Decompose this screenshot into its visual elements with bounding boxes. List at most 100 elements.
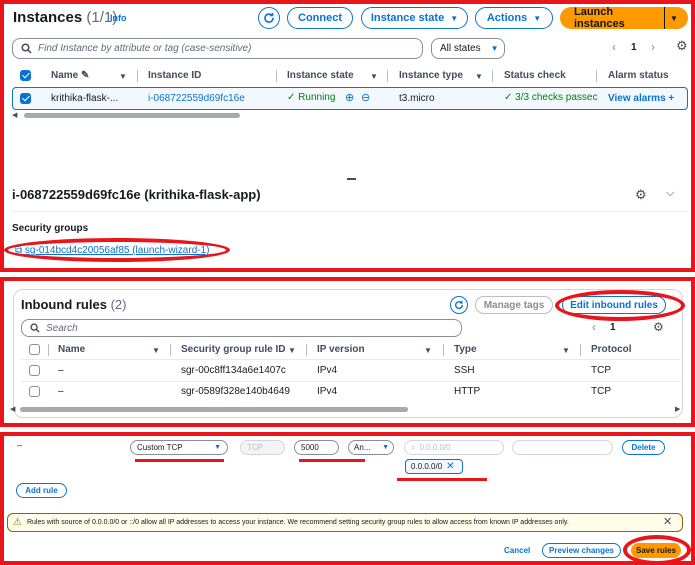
description-input[interactable] [512, 440, 613, 455]
refresh-button[interactable] [258, 7, 280, 29]
launch-instances-button[interactable]: Launch instances ▼ [560, 6, 688, 30]
annotation-circle-sg [4, 238, 230, 262]
inbound-refresh-button[interactable] [450, 296, 468, 314]
warning-triangle-icon: ⚠ [13, 517, 22, 528]
refresh-icon [264, 13, 274, 23]
horizontal-scrollbar[interactable] [24, 113, 240, 118]
connect-button[interactable]: Connect [287, 7, 353, 29]
delete-rule-button[interactable]: Delete [622, 440, 665, 455]
security-groups-label: Security groups [12, 223, 89, 234]
col-name[interactable]: Name [58, 344, 85, 355]
column-divider[interactable] [48, 344, 49, 356]
col-alarm-status[interactable]: Alarm status [608, 70, 669, 81]
page-title: Instances (1/1) [13, 9, 118, 26]
page-number[interactable]: 1 [631, 42, 637, 53]
row-checkbox[interactable] [29, 386, 40, 397]
cidr-token[interactable]: 0.0.0.0/0 ✕ [405, 459, 463, 474]
collapse-chevron-icon[interactable]: ⌵ [666, 187, 674, 200]
sort-caret-icon[interactable]: ▼ [562, 346, 570, 355]
rule-protocol: TCP [591, 386, 611, 397]
column-divider[interactable] [276, 70, 277, 82]
cidr-search-input[interactable]: ⌕ 0.0.0.0/0 [404, 440, 504, 455]
page-number[interactable]: 1 [610, 322, 616, 333]
states-filter-select[interactable]: All states ▼ [431, 38, 505, 59]
search-icon [30, 323, 40, 333]
status-check: ✓ 3/3 checks passec [504, 92, 598, 103]
horizontal-scrollbar[interactable] [20, 407, 408, 412]
scroll-left-icon[interactable]: ◀ [10, 405, 15, 413]
column-divider[interactable] [306, 344, 307, 356]
source-type-select[interactable]: An... ▼ [348, 440, 394, 455]
details-settings-icon[interactable]: ⚙ [635, 187, 647, 203]
prev-page-icon[interactable]: ‹ [592, 320, 596, 334]
col-instance-id[interactable]: Instance ID [148, 70, 201, 81]
port-range-input[interactable]: 5000 [294, 440, 339, 455]
instance-search-input[interactable]: Find Instance by attribute or tag (case-… [12, 38, 423, 59]
sort-caret-icon[interactable]: ▼ [475, 72, 483, 81]
col-type[interactable]: Type [454, 344, 477, 355]
caret-down-icon: ▼ [490, 44, 499, 53]
settings-gear-icon[interactable]: ⚙ [653, 320, 664, 334]
zoom-out-icon[interactable]: ⊖ [361, 91, 370, 104]
col-instance-state[interactable]: Instance state [287, 70, 354, 81]
col-protocol[interactable]: Protocol [591, 344, 632, 355]
column-divider[interactable] [580, 344, 581, 356]
sort-caret-icon[interactable]: ▼ [119, 72, 127, 81]
check-circle-icon: ✓ [287, 92, 296, 103]
instance-state: ✓ Running [287, 92, 336, 103]
rule-id: sgr-00c8ff134a6e1407c [181, 365, 286, 376]
instance-id-link[interactable]: i-068722559d69fc16e [148, 93, 245, 104]
rule-id: sgr-0589f328e140b4649 [181, 386, 290, 397]
scroll-left-icon[interactable]: ◀ [12, 111, 17, 119]
scroll-right-icon[interactable]: ▶ [675, 405, 680, 413]
search-icon [21, 43, 32, 54]
sort-caret-icon[interactable]: ▼ [152, 346, 160, 355]
remove-x-icon[interactable]: ✕ [446, 461, 454, 472]
column-divider[interactable] [387, 70, 388, 82]
column-divider[interactable] [443, 344, 444, 356]
instance-state-button[interactable]: Instance state ▼ [361, 7, 468, 29]
prev-page-icon[interactable]: ‹ [612, 40, 616, 54]
settings-gear-icon[interactable]: ⚙ [676, 38, 688, 54]
row-checkbox[interactable] [20, 93, 31, 104]
preview-changes-button[interactable]: Preview changes [542, 543, 621, 558]
rule-type: SSH [454, 365, 475, 376]
col-ip-version[interactable]: IP version [317, 344, 365, 355]
table-row[interactable] [21, 381, 681, 403]
sort-caret-icon[interactable]: ▼ [288, 346, 296, 355]
col-instance-type[interactable]: Instance type [399, 70, 463, 81]
manage-tags-button[interactable]: Manage tags [475, 296, 553, 314]
rule-name: – [58, 386, 64, 397]
column-divider[interactable] [170, 344, 171, 356]
annotation-underline [135, 459, 224, 462]
dismiss-close-icon[interactable]: ✕ [663, 515, 672, 528]
select-all-checkbox[interactable] [20, 70, 31, 81]
view-alarms-link[interactable]: View alarms + [608, 93, 674, 104]
table-row[interactable] [21, 359, 681, 381]
column-divider[interactable] [596, 70, 597, 82]
next-page-icon[interactable]: › [651, 40, 655, 54]
inbound-title: Inbound rules (2) [21, 297, 127, 312]
row-checkbox[interactable] [29, 365, 40, 376]
col-name[interactable]: Name ✎ [51, 70, 89, 81]
column-divider[interactable] [137, 70, 138, 82]
rule-type-select[interactable]: Custom TCP ▼ [130, 440, 228, 455]
info-link[interactable]: Info [110, 13, 127, 23]
protocol-field: TCP [240, 440, 285, 455]
rule-dash: – [17, 440, 23, 450]
column-divider[interactable] [492, 70, 493, 82]
sort-caret-icon[interactable]: ▼ [424, 346, 432, 355]
annotation-underline [299, 459, 365, 462]
col-rule-id[interactable]: Security group rule ID [181, 344, 285, 355]
zoom-in-icon[interactable]: ⊕ [345, 91, 354, 104]
launch-dropdown-icon[interactable]: ▼ [664, 7, 678, 29]
col-status-check[interactable]: Status check [504, 70, 566, 81]
rule-type: HTTP [454, 386, 481, 397]
add-rule-button[interactable]: Add rule [16, 483, 67, 498]
select-all-checkbox[interactable] [29, 344, 40, 355]
sort-caret-icon[interactable]: ▼ [370, 72, 378, 81]
cancel-button[interactable]: Cancel [504, 546, 530, 555]
inbound-search-input[interactable]: Search [21, 319, 462, 337]
actions-button[interactable]: Actions ▼ [475, 7, 553, 29]
resize-handle[interactable] [347, 178, 356, 180]
